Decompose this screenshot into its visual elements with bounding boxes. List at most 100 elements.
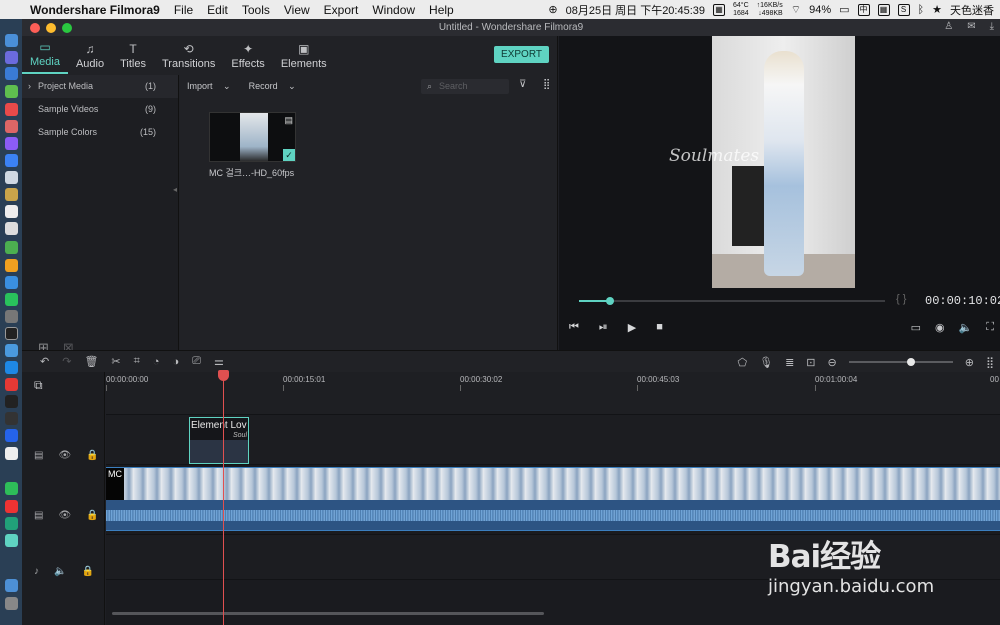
menu-tools[interactable]: Tools <box>242 3 270 17</box>
star-icon[interactable]: ★ <box>932 3 942 16</box>
mark-in-out-icon[interactable]: { } <box>896 293 906 305</box>
app-icon-emerald[interactable] <box>5 517 18 530</box>
audio-mixer-icon[interactable]: ⚌ <box>214 355 224 368</box>
green-screen-icon[interactable]: ⎚ <box>192 355 201 368</box>
redo-icon[interactable]: ↷ <box>62 355 71 368</box>
globe-icon[interactable]: ⊕ <box>548 3 557 16</box>
tab-effects[interactable]: ✦ Effects <box>223 36 272 74</box>
tab-titles[interactable]: T Titles <box>112 36 154 74</box>
menu-edit[interactable]: Edit <box>207 3 228 17</box>
app-icon-sky[interactable] <box>5 344 18 357</box>
downloads-folder-icon[interactable] <box>5 579 18 592</box>
filter-icon[interactable]: ⊽ <box>519 79 526 90</box>
app-icon-blue[interactable] <box>5 154 18 167</box>
lock-icon[interactable]: 🔒 <box>86 450 98 461</box>
library-item-sample-colors[interactable]: Sample Colors (15) <box>22 121 178 144</box>
chrome-icon[interactable] <box>5 259 18 272</box>
add-track-icon[interactable]: ⧉ <box>34 378 43 393</box>
zoom-slider[interactable] <box>848 358 953 366</box>
media-clip-thumbnail[interactable]: ▤ ✓ <box>209 112 296 162</box>
record-dropdown[interactable]: Record ⌄ <box>249 81 296 92</box>
input-method-icon[interactable]: 中 <box>857 3 870 16</box>
minimize-window-button[interactable] <box>46 23 56 33</box>
notes-icon[interactable] <box>5 222 18 235</box>
library-item-project-media[interactable]: › Project Media (1) <box>22 75 178 98</box>
eye-icon[interactable]: 👁 <box>58 450 71 461</box>
zoom-knob[interactable] <box>907 358 916 366</box>
wifi-icon[interactable]: ⌔ <box>791 3 801 17</box>
tab-audio[interactable]: ♫ Audio <box>68 36 112 74</box>
status-box-icon[interactable]: ▦ <box>713 3 726 16</box>
menubar-user[interactable]: 天色迷香 <box>950 2 994 18</box>
wechat-dock-icon[interactable] <box>5 482 18 495</box>
trash-icon[interactable] <box>5 597 18 610</box>
yandex-icon[interactable] <box>5 447 18 460</box>
zoom-in-icon[interactable]: ⊕ <box>965 356 974 369</box>
menu-file[interactable]: File <box>174 3 193 17</box>
audio-waveform[interactable] <box>106 500 1000 531</box>
battery-icon[interactable]: ▭ <box>839 3 849 16</box>
safari-icon[interactable] <box>5 67 18 80</box>
volume-icon[interactable]: 🔈 <box>959 321 973 334</box>
menu-window[interactable]: Window <box>372 3 415 17</box>
display-settings-icon[interactable]: ▭ <box>911 321 921 334</box>
preview-scrubber[interactable] <box>579 297 885 305</box>
play-pause-icon[interactable]: ⏯ <box>599 321 608 334</box>
message-icon[interactable]: ✉ <box>967 21 975 32</box>
snap-icon[interactable]: ⊡ <box>806 356 815 369</box>
import-dropdown[interactable]: Import ⌄ <box>187 81 231 92</box>
app-icon-pink[interactable] <box>5 120 18 133</box>
panel-collapse-handle[interactable]: ◂ <box>173 185 177 194</box>
qq-icon[interactable] <box>5 276 18 289</box>
close-window-button[interactable] <box>30 23 40 33</box>
grid-view-icon[interactable]: ⣿ <box>543 79 550 90</box>
element-clip[interactable]: Element Lov Soul <box>189 417 249 464</box>
vivaldi-icon[interactable] <box>5 378 18 391</box>
stop-icon[interactable]: ■ <box>656 321 663 334</box>
bluetooth-icon[interactable]: ᛒ <box>918 4 925 16</box>
maximize-window-button[interactable] <box>62 23 72 33</box>
wechat-icon[interactable] <box>5 293 18 306</box>
launchpad-icon[interactable] <box>5 51 18 64</box>
app-icon-red[interactable] <box>5 103 18 116</box>
tab-media[interactable]: ▭ Media <box>22 36 68 74</box>
playhead[interactable] <box>218 370 229 625</box>
lock-icon[interactable]: 🔒 <box>81 566 93 577</box>
timeline-grip-icon[interactable]: ⣿ <box>986 356 994 369</box>
voiceover-icon[interactable]: 🎙 <box>759 356 773 369</box>
menu-help[interactable]: Help <box>429 3 454 17</box>
tab-transitions[interactable]: ⟲ Transitions <box>154 36 223 74</box>
calendar-icon[interactable] <box>5 205 18 218</box>
app-icon-teal[interactable] <box>5 241 18 254</box>
audio-track-icon[interactable]: ≣ <box>785 356 794 369</box>
grid-app-icon[interactable]: ▦ <box>877 3 890 16</box>
menubar-datetime[interactable]: 08月25日 周日 下午20:45:39 <box>566 2 705 18</box>
delete-icon[interactable]: 🗑 <box>84 355 98 368</box>
filmora-dock-icon[interactable] <box>5 534 18 547</box>
timeline-horizontal-scrollbar[interactable] <box>112 612 544 615</box>
color-icon[interactable]: ◑ <box>172 356 179 368</box>
s-app-icon[interactable]: S <box>897 3 910 16</box>
app-store-icon[interactable] <box>5 361 18 374</box>
crop-icon[interactable]: ⌗ <box>134 355 140 368</box>
playhead-handle[interactable] <box>218 370 229 381</box>
download-icon[interactable]: ⤓ <box>990 21 994 32</box>
vpn-icon[interactable] <box>5 429 18 442</box>
zoom-out-icon[interactable]: ⊖ <box>828 356 837 369</box>
export-button[interactable]: EXPORT <box>494 46 549 63</box>
speed-icon[interactable]: ◔ <box>153 356 160 368</box>
speaker-icon[interactable]: 🔈 <box>54 566 66 577</box>
tab-elements[interactable]: ▣ Elements <box>273 36 335 74</box>
finder-icon[interactable] <box>5 34 18 47</box>
app-menu[interactable]: Wondershare Filmora9 <box>30 3 160 17</box>
preview-app-icon[interactable] <box>5 171 18 184</box>
cut-icon[interactable]: ✂ <box>111 355 120 368</box>
terminal-icon[interactable] <box>5 327 18 340</box>
app-icon-gray[interactable] <box>5 310 18 323</box>
undo-icon[interactable]: ↶ <box>40 355 49 368</box>
menu-view[interactable]: View <box>284 3 310 17</box>
timeline-ruler[interactable]: 00:00:00:00 00:00:15:01 00:00:30:02 00:0… <box>106 372 1000 392</box>
play-icon[interactable]: ▶ <box>628 321 636 334</box>
app-icon-green[interactable] <box>5 85 18 98</box>
scrubber-knob[interactable] <box>605 297 614 305</box>
